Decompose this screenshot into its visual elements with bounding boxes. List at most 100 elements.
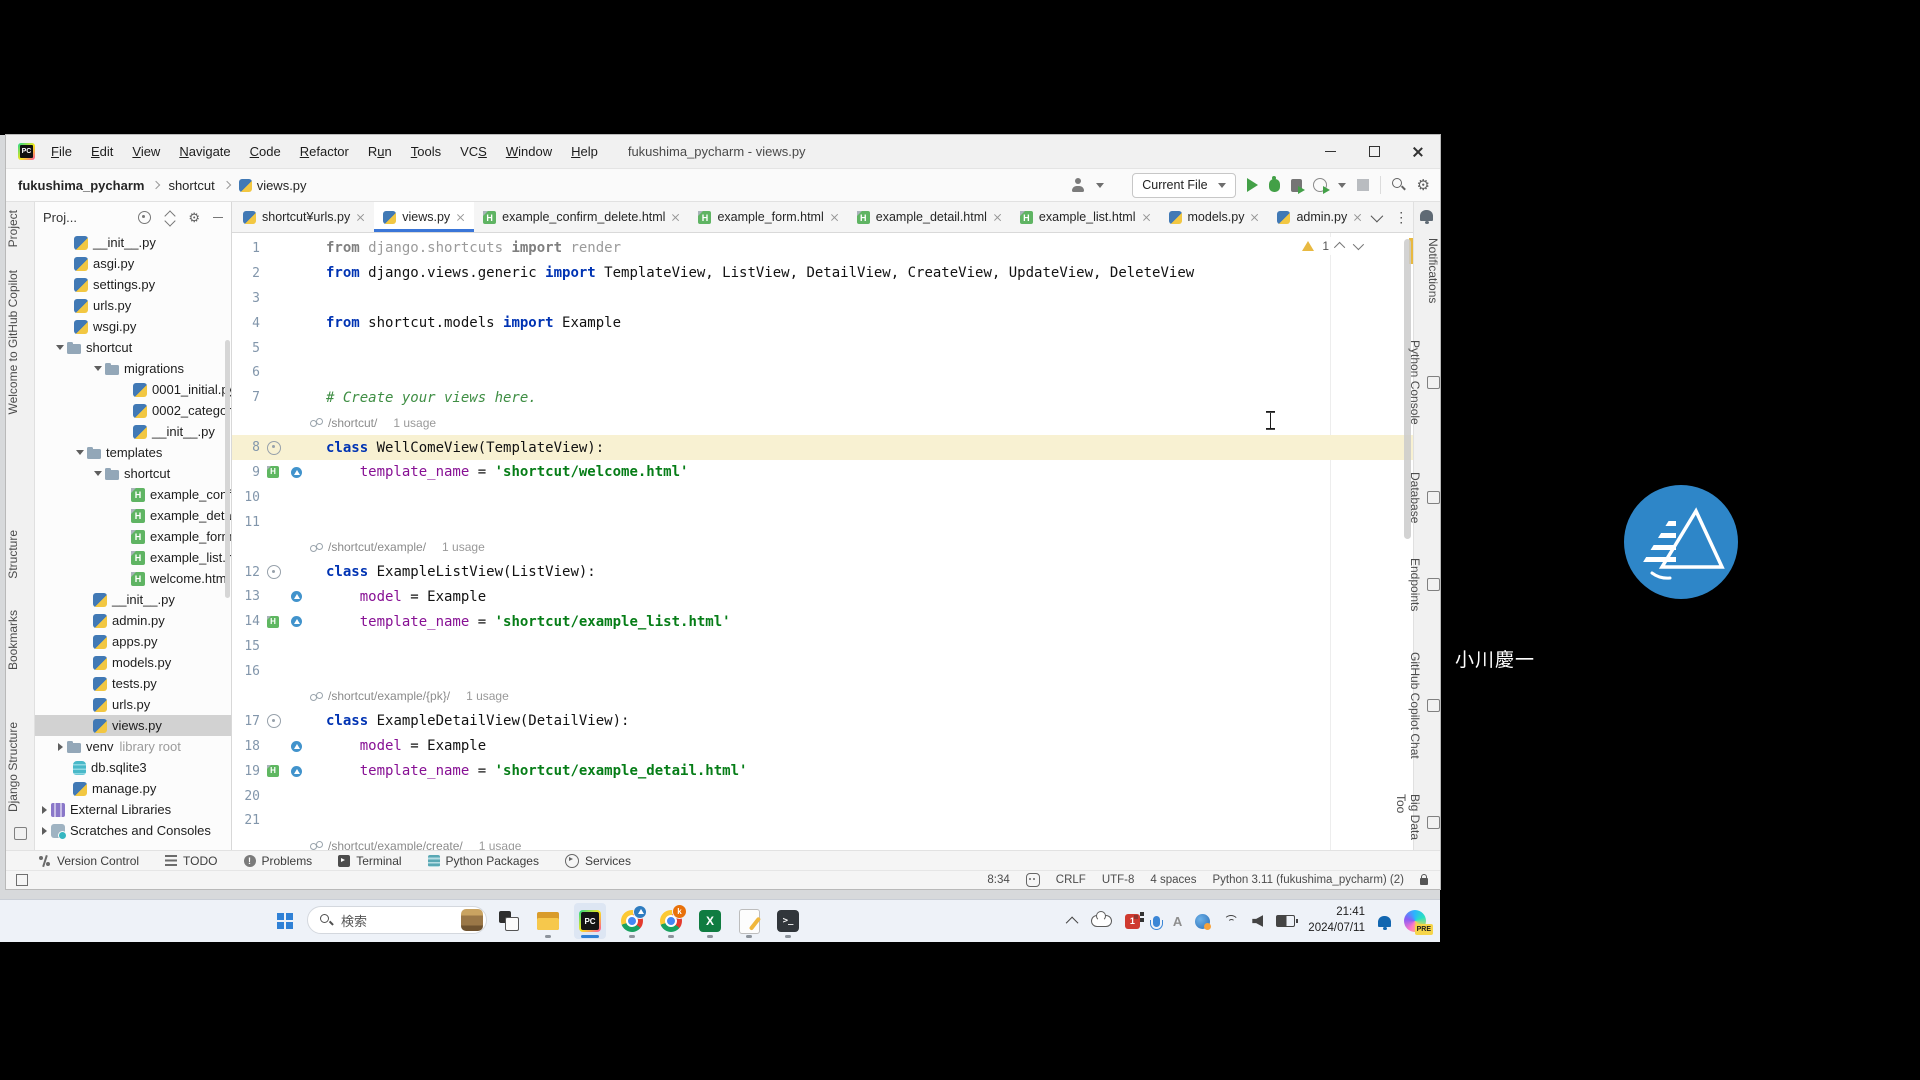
tool-window-button[interactable]: Django Structure: [6, 722, 34, 812]
tray-icon[interactable]: [1252, 915, 1263, 927]
usages-inlay-hint[interactable]: 1 usage: [442, 540, 485, 554]
tree-row[interactable]: asgi.py: [35, 253, 231, 274]
chevron-down-icon[interactable]: [1096, 183, 1104, 188]
user-account-icon[interactable]: [1071, 178, 1085, 192]
django-view-gutter-icon[interactable]: [267, 441, 281, 455]
tree-row[interactable]: venv library root: [35, 736, 231, 757]
tree-row[interactable]: example_deta: [35, 505, 231, 526]
tree-row[interactable]: db.sqlite3: [35, 757, 231, 778]
tree-row[interactable]: migrations: [35, 358, 231, 379]
caret-position[interactable]: 8:34: [987, 874, 1009, 886]
line-number[interactable]: 9: [232, 465, 260, 480]
notification-bell-icon[interactable]: [1378, 916, 1391, 927]
notifications-bell-icon[interactable]: [1420, 210, 1433, 221]
search-highlight-image[interactable]: [461, 909, 483, 931]
status-item[interactable]: CRLF: [1056, 874, 1086, 886]
breadcrumb-project[interactable]: fukushima_pycharm: [18, 178, 144, 193]
line-number[interactable]: 15: [232, 639, 260, 654]
line-number[interactable]: 13: [232, 589, 260, 604]
menu-item[interactable]: View: [132, 144, 160, 159]
tree-row[interactable]: urls.py: [35, 694, 231, 715]
tool-window-button[interactable]: Terminal: [338, 854, 401, 868]
tool-window-button[interactable]: Problems: [244, 854, 313, 868]
line-number[interactable]: 19: [232, 764, 260, 779]
line-number[interactable]: 3: [232, 291, 260, 306]
taskbar-app-icon[interactable]: [535, 903, 561, 939]
tray-icon[interactable]: [1195, 914, 1210, 929]
tree-row[interactable]: 0002_category_ex: [35, 400, 231, 421]
lock-icon[interactable]: [1420, 878, 1428, 885]
close-tab-icon[interactable]: [671, 213, 680, 222]
tree-row[interactable]: admin.py: [35, 610, 231, 631]
tree-row[interactable]: tests.py: [35, 673, 231, 694]
taskbar-app-icon[interactable]: [736, 903, 762, 939]
tree-chevron-icon[interactable]: [37, 827, 51, 835]
tool-window-button[interactable]: Services: [565, 854, 631, 868]
chevron-down-icon[interactable]: [1371, 209, 1384, 222]
tool-window-button[interactable]: Python Packages: [428, 854, 539, 868]
tree-chevron-icon[interactable]: [37, 806, 51, 814]
line-number[interactable]: 18: [232, 739, 260, 754]
tree-row[interactable]: models.py: [35, 652, 231, 673]
tree-row[interactable]: __init__.py: [35, 589, 231, 610]
editor-tab[interactable]: example_list.html: [1011, 202, 1160, 232]
tray-icon[interactable]: A: [1173, 914, 1182, 929]
tree-scrollbar[interactable]: [225, 340, 230, 598]
menu-item[interactable]: Navigate: [179, 144, 230, 159]
url-inlay-hint[interactable]: /shortcut/: [328, 416, 377, 430]
tool-window-button[interactable]: Notifications: [1414, 238, 1440, 303]
line-number[interactable]: 20: [232, 789, 260, 804]
taskbar-app-icon[interactable]: [496, 903, 522, 939]
line-number[interactable]: 1: [232, 241, 260, 256]
tree-row[interactable]: views.py: [35, 715, 231, 736]
template-gutter-icon[interactable]: [267, 616, 279, 628]
tree-row[interactable]: example_list.h: [35, 547, 231, 568]
override-gutter-icon[interactable]: [291, 741, 302, 752]
tray-icon[interactable]: [1276, 915, 1295, 927]
line-number[interactable]: 14: [232, 614, 260, 629]
project-panel-title[interactable]: Proj...: [43, 210, 77, 225]
tool-window-layout-icon[interactable]: [14, 827, 27, 840]
copilot-icon[interactable]: PRE: [1404, 910, 1426, 932]
close-tab-icon[interactable]: [1353, 213, 1362, 222]
editor-tab[interactable]: models.py: [1160, 202, 1269, 232]
tree-row[interactable]: External Libraries: [35, 799, 231, 820]
taskbar-search-input[interactable]: 検索: [307, 906, 487, 934]
status-item[interactable]: 4 spaces: [1150, 874, 1196, 886]
hide-panel-icon[interactable]: [213, 217, 223, 218]
chevron-down-icon[interactable]: [1338, 183, 1346, 188]
line-number[interactable]: 6: [232, 365, 260, 380]
tree-row[interactable]: __init__.py: [35, 232, 231, 253]
override-gutter-icon[interactable]: [291, 591, 302, 602]
url-inlay-hint[interactable]: /shortcut/example/{pk}/: [328, 689, 450, 703]
line-number[interactable]: 11: [232, 515, 260, 530]
tree-row[interactable]: example_conf: [35, 484, 231, 505]
editor-tab[interactable]: example_form.html: [689, 202, 847, 232]
taskbar-app-icon[interactable]: X: [697, 903, 723, 939]
tree-row[interactable]: 0001_initial.py: [35, 379, 231, 400]
tree-chevron-icon[interactable]: [91, 471, 105, 476]
usages-inlay-hint[interactable]: 1 usage: [393, 416, 436, 430]
taskbar-app-icon[interactable]: >_: [775, 903, 801, 939]
line-number[interactable]: 8: [232, 440, 260, 455]
url-inlay-hint[interactable]: /shortcut/example/create/: [328, 839, 463, 850]
usages-inlay-hint[interactable]: 1 usage: [466, 689, 509, 703]
tree-row[interactable]: manage.py: [35, 778, 231, 799]
template-gutter-icon[interactable]: [267, 466, 279, 478]
menu-item[interactable]: Code: [250, 144, 281, 159]
menu-item[interactable]: File: [51, 144, 72, 159]
editor-tab[interactable]: admin.py: [1268, 202, 1371, 232]
tree-row[interactable]: templates: [35, 442, 231, 463]
menu-item[interactable]: Run: [368, 144, 392, 159]
settings-gear-icon[interactable]: ⚙: [188, 211, 200, 224]
line-number[interactable]: 5: [232, 341, 260, 356]
line-number[interactable]: 16: [232, 664, 260, 679]
inspections-widget[interactable]: 1: [1296, 237, 1367, 255]
tree-row[interactable]: example_form: [35, 526, 231, 547]
line-number[interactable]: 2: [232, 266, 260, 281]
taskbar-app-icon[interactable]: PC: [574, 903, 606, 939]
line-number[interactable]: 12: [232, 565, 260, 580]
django-view-gutter-icon[interactable]: [267, 565, 281, 579]
close-button[interactable]: [1396, 135, 1440, 168]
tool-window-button[interactable]: Bookmarks: [6, 610, 34, 670]
